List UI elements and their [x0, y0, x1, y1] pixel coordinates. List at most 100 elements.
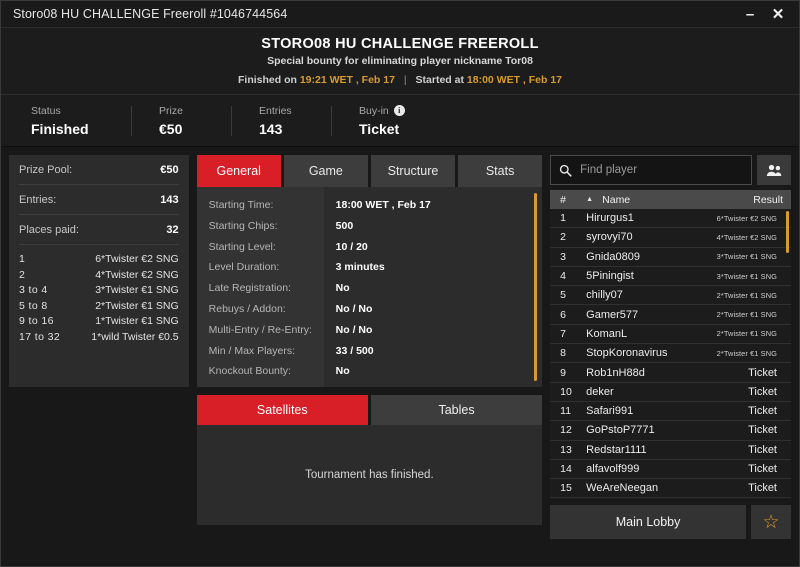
search-input[interactable] [580, 164, 743, 176]
info-label: Multi-Entry / Re-Entry: [208, 323, 312, 336]
players-filter-button[interactable] [757, 155, 791, 185]
window-title: Storo08 HU CHALLENGE Freeroll #104674456… [13, 7, 288, 21]
stat-prize-label: Prize [159, 104, 183, 117]
player-name: Safari991 [586, 405, 634, 418]
table-row[interactable]: 1 Hirurgus1 6*Twister €2 SNG [550, 209, 791, 229]
minimize-icon[interactable]: – [743, 7, 757, 22]
table-row[interactable]: 13 Redstar1111 Ticket [550, 441, 791, 460]
info-label: Late Registration: [208, 282, 291, 295]
search-box[interactable] [550, 155, 752, 185]
info-label: Starting Level: [208, 240, 276, 253]
player-rank: 10 [560, 385, 572, 398]
payout-list: 1 6*Twister €2 SNG 2 4*Twister €2 SNG 3 … [19, 245, 179, 346]
player-name: Redstar1111 [586, 443, 647, 456]
player-rank: 1 [560, 212, 566, 225]
info-label: Knockout Bounty: [208, 365, 291, 378]
table-row[interactable]: 2 syrovyi70 4*Twister €2 SNG [550, 228, 791, 248]
stat-status: Status Finished [31, 105, 131, 137]
info-value: 18:00 WET , Feb 17 [335, 199, 431, 211]
tab-game[interactable]: Game [283, 155, 368, 187]
info-label: Rebuys / Addon: [208, 302, 286, 315]
player-result: Ticket [748, 424, 777, 437]
player-name: chilly07 [586, 289, 623, 302]
player-result: 2*Twister €1 SNG [716, 348, 777, 358]
tab-satellites[interactable]: Satellites [196, 395, 368, 425]
general-info-labels: Starting Time: Starting Chips: Starting … [196, 187, 324, 387]
places-paid-label: Places paid: [19, 223, 79, 236]
payout-rank: 3 to 4 [19, 284, 48, 297]
sort-ascending-icon[interactable]: ▲ [586, 196, 602, 203]
player-result: 3*Twister €1 SNG [716, 252, 777, 262]
table-row[interactable]: 3 Gnida0809 3*Twister €1 SNG [550, 248, 791, 267]
satellites-body: Tournament has finished. [196, 425, 543, 525]
player-result: Ticket [748, 385, 777, 398]
player-rank: 5 [560, 289, 566, 302]
info-value: No [335, 282, 350, 295]
player-rank: 8 [560, 347, 566, 360]
favorite-button[interactable]: ☆ [751, 505, 791, 539]
player-rank: 2 [560, 231, 566, 244]
table-row[interactable]: 11 Safari991 Ticket [550, 402, 791, 422]
payout-rank: 17 to 32 [19, 330, 61, 343]
table-row[interactable]: 12 GoPstoP7771 Ticket [550, 421, 791, 441]
stat-entries-value: 143 [259, 120, 283, 137]
satellites-section: Satellites Tables Tournament has finishe… [196, 395, 543, 525]
column-header-name[interactable]: Name [602, 194, 753, 206]
player-name: Rob1nH88d [586, 366, 645, 379]
payout-prize: 6*Twister €2 SNG [95, 253, 179, 265]
prize-column: Prize Pool: €50 Entries: 143 Places paid… [9, 155, 189, 550]
stat-buyin-label-text: Buy-in [359, 104, 389, 117]
tournament-subtitle: Special bounty for eliminating player ni… [267, 55, 533, 67]
stat-prize: Prize €50 [131, 105, 231, 137]
payout-row: 17 to 32 1*wild Twister €0.5 [19, 330, 179, 346]
finished-time: 19:21 WET , Feb 17 [299, 74, 395, 86]
info-value: 500 [335, 219, 354, 232]
table-row[interactable]: 10 deker Ticket [550, 383, 791, 402]
info-icon[interactable]: i [393, 105, 405, 116]
column-header-rank[interactable]: # [560, 194, 586, 206]
player-list: 1 Hirurgus1 6*Twister €2 SNG 2 syrovyi70… [550, 209, 791, 499]
entries-row: Entries: 143 [19, 185, 179, 215]
tab-general[interactable]: General [196, 155, 281, 187]
search-icon [559, 164, 572, 177]
player-search-row [550, 155, 791, 185]
stat-entries: Entries 143 [231, 105, 331, 137]
tournament-header: STORO08 HU CHALLENGE FREEROLL Special bo… [1, 28, 799, 95]
player-list-header: # ▲ Name Result [550, 190, 791, 209]
player-name: GoPstoP7771 [586, 424, 655, 437]
people-icon [766, 164, 781, 176]
table-row[interactable]: 6 Gamer577 2*Twister €1 SNG [550, 305, 791, 325]
finished-label: Finished on [237, 74, 297, 86]
payout-rank: 5 to 8 [19, 299, 48, 312]
table-row[interactable]: 9 Rob1nH88d Ticket [550, 363, 791, 383]
column-header-result[interactable]: Result [753, 194, 783, 206]
player-list-scrollbar[interactable] [786, 211, 789, 253]
payout-row: 9 to 16 1*Twister €1 SNG [19, 314, 179, 330]
player-rank: 3 [560, 250, 566, 263]
tab-tables[interactable]: Tables [370, 395, 543, 425]
payout-rank: 1 [19, 253, 26, 265]
general-info-scrollbar[interactable] [534, 193, 538, 381]
status-strip: Status Finished Prize €50 Entries 143 Bu… [1, 95, 799, 147]
player-result: Ticket [748, 443, 777, 456]
table-row[interactable]: 8 StopKoronavirus 2*Twister €1 SNG [550, 344, 791, 364]
table-row[interactable]: 14 alfavolf999 Ticket [550, 460, 791, 480]
started-label: Started at [415, 74, 464, 86]
player-actions: Main Lobby ☆ [550, 505, 791, 539]
player-name: KomanL [586, 327, 628, 340]
close-icon[interactable]: ✕ [771, 7, 785, 22]
table-row[interactable]: 5 chilly07 2*Twister €1 SNG [550, 286, 791, 306]
player-name: Hirurgus1 [586, 212, 634, 225]
tab-stats[interactable]: Stats [458, 155, 543, 187]
tournament-status-message: Tournament has finished. [305, 469, 434, 481]
info-value: 3 minutes [335, 261, 385, 274]
table-row[interactable]: 4 5Piningist 3*Twister €1 SNG [550, 267, 791, 287]
player-name: syrovyi70 [586, 231, 633, 244]
player-result: 4*Twister €2 SNG [716, 232, 777, 242]
prize-pool-label: Prize Pool: [19, 163, 73, 176]
tab-structure[interactable]: Structure [370, 155, 456, 187]
table-row[interactable]: 15 WeAreNeegan Ticket [550, 479, 791, 499]
players-column: # ▲ Name Result 1 Hirurgus1 6*Twister €2… [550, 155, 791, 550]
main-lobby-button[interactable]: Main Lobby [550, 505, 746, 539]
table-row[interactable]: 7 KomanL 2*Twister €1 SNG [550, 325, 791, 345]
